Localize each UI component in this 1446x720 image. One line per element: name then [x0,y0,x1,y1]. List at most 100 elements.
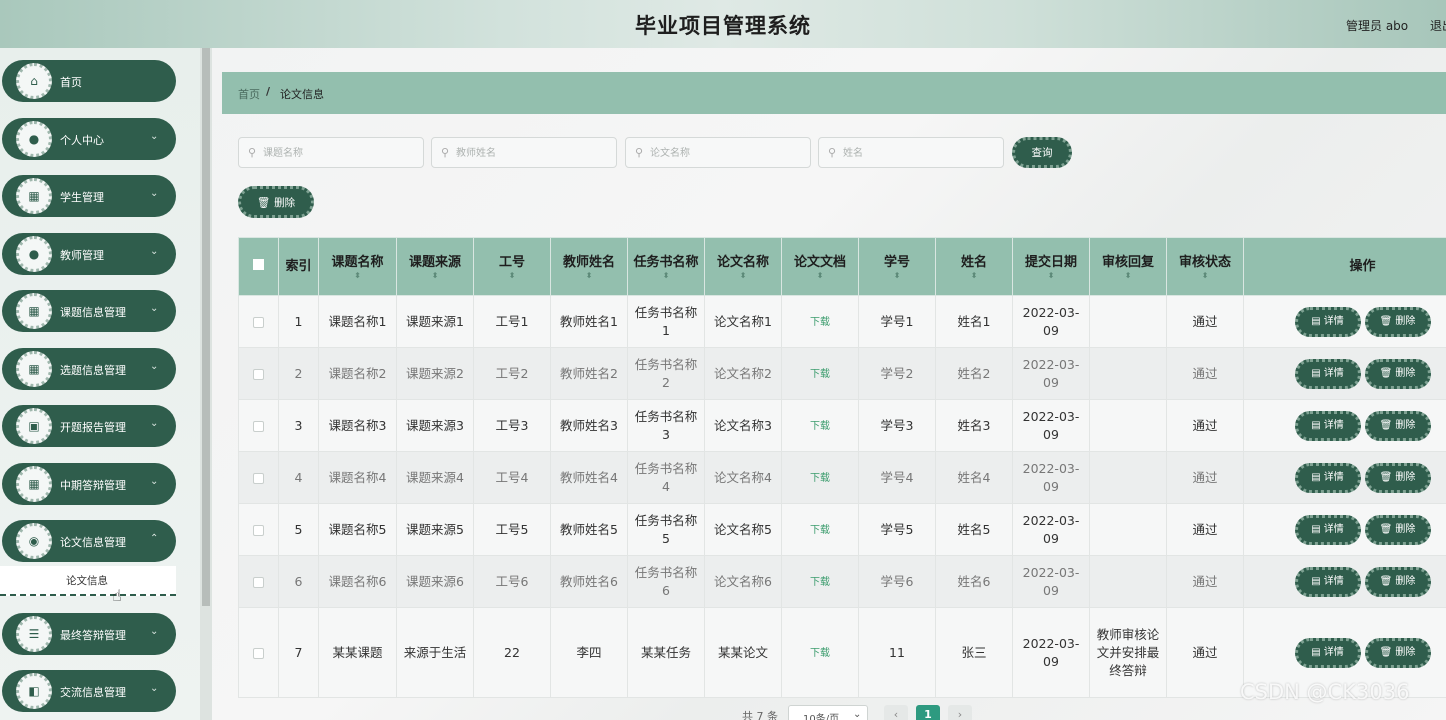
select-all-checkbox[interactable] [253,259,264,270]
row-checkbox[interactable] [253,524,264,536]
sort-icon[interactable]: ⬍ [1016,271,1086,280]
bulk-delete-button[interactable]: 🗑 删除 [238,186,314,218]
download-link[interactable]: 下载 [810,525,830,536]
sort-icon[interactable]: ⬍ [322,271,393,280]
sort-icon[interactable]: ⬍ [785,271,855,280]
pager-prev-button[interactable]: ‹ [884,705,908,720]
cell-name: 姓名5 [935,503,1013,556]
row-detail-button[interactable]: ▤ 详情 [1294,462,1361,493]
sidebar-item-7[interactable]: ▦ 中期答辩管理 ⌄ [2,463,176,505]
sidebar-item-2[interactable]: ▦ 学生管理 ⌄ [2,175,176,217]
row-detail-button[interactable]: ▤ 详情 [1294,410,1361,441]
sort-icon[interactable]: ⬍ [400,271,470,280]
download-link[interactable]: 下载 [810,369,830,380]
query-button[interactable]: 查询 [1012,137,1072,168]
topic-name-search-input[interactable] [263,144,413,162]
row-detail-button[interactable]: ▤ 详情 [1294,566,1361,597]
column-header[interactable]: 提交日期 ⬍ [1012,237,1090,296]
pager-current-page[interactable]: 1 [916,705,940,720]
sort-icon[interactable]: ⬍ [1170,271,1240,280]
cell-text: 2022-03-09 [1022,408,1080,442]
cell-index: 7 [278,607,319,698]
cell-source: 课题来源2 [396,347,474,400]
download-link[interactable]: 下载 [810,317,830,328]
row-checkbox[interactable] [253,420,264,432]
row-delete-label: 删除 [1395,419,1416,431]
sidebar-item-8[interactable]: ◉ 论文信息管理 ⌃ [2,520,176,562]
row-checkbox[interactable] [253,368,264,380]
sort-icon[interactable]: ⬍ [631,271,701,280]
sidebar-item-10[interactable]: ◧ 交流信息管理 ⌄ [2,670,176,712]
sidebar-scrollbar-thumb[interactable] [202,48,210,606]
sidebar-item-9[interactable]: ☰ 最终答辩管理 ⌄ [2,613,176,655]
sort-icon[interactable]: ⬍ [708,271,778,280]
sort-icon[interactable]: ⬍ [1093,271,1163,280]
row-detail-label: 详情 [1323,367,1344,379]
row-detail-button[interactable]: ▤ 详情 [1294,358,1361,389]
row-checkbox[interactable] [253,316,264,328]
column-header[interactable]: 课题名称 ⬍ [318,237,397,296]
cell-topic: 课题名称1 [318,295,397,348]
column-header[interactable]: 论文名称 ⬍ [704,237,782,296]
submenu-item-paper-info[interactable]: 论文信息 [0,566,176,596]
cell-status: 通过 [1166,451,1244,504]
page-size-select[interactable]: 10条/页 ⌄ [788,705,868,720]
sort-icon[interactable]: ⬍ [862,271,932,280]
cell-text: 7 [294,644,303,660]
chevron-icon: ⌃ [150,533,159,544]
breadcrumb-home-link[interactable]: 首页 [238,86,260,102]
row-delete-button[interactable]: 🗑 删除 [1364,306,1431,337]
row-detail-button[interactable]: ▤ 详情 [1294,637,1361,668]
column-header[interactable]: 审核状态 ⬍ [1166,237,1244,296]
row-delete-button[interactable]: 🗑 删除 [1364,462,1431,493]
sidebar-item-0[interactable]: ⌂ 首页 [2,60,176,102]
column-header[interactable]: 学号 ⬍ [858,237,936,296]
row-delete-button[interactable]: 🗑 删除 [1364,514,1431,545]
column-header[interactable]: 审核回复 ⬍ [1089,237,1167,296]
sort-icon[interactable]: ⬍ [477,271,547,280]
grid-icon: ▦ [16,351,52,387]
sidebar-item-6[interactable]: ▣ 开题报告管理 ⌄ [2,405,176,447]
cell-date: 2022-03-09 [1012,295,1090,348]
sidebar-scrollbar[interactable] [200,48,212,720]
download-link[interactable]: 下载 [810,421,830,432]
column-header[interactable]: 课题来源 ⬍ [396,237,474,296]
cell-text: 姓名3 [957,417,991,433]
pager-next-button[interactable]: › [948,705,972,720]
student-name-search-input[interactable] [843,144,993,162]
row-delete-button[interactable]: 🗑 删除 [1364,566,1431,597]
table-row: 4 课题名称4 课题来源4 工号4 教师姓名4 任务书名称4 论文名称4 下载 学号4 姓名4 20… [238,451,1446,504]
column-header[interactable]: 操作 [1243,237,1446,296]
row-delete-button[interactable]: 🗑 删除 [1364,410,1431,441]
column-header[interactable]: 任务书名称 ⬍ [627,237,705,296]
sidebar-item-5[interactable]: ▦ 选题信息管理 ⌄ [2,348,176,390]
sidebar-item-1[interactable]: ● 个人中心 ⌄ [2,118,176,160]
sort-icon[interactable]: ⬍ [554,271,624,280]
row-checkbox[interactable] [253,647,264,659]
row-checkbox[interactable] [253,576,264,588]
teacher-name-search-input[interactable] [456,144,606,162]
row-detail-button[interactable]: ▤ 详情 [1294,306,1361,337]
row-delete-button[interactable]: 🗑 删除 [1364,358,1431,389]
sort-icon[interactable]: ⬍ [939,271,1009,280]
column-header[interactable]: 论文文档 ⬍ [781,237,859,296]
download-link[interactable]: 下载 [810,648,830,659]
logout-link[interactable]: 退出 [1430,17,1446,34]
sidebar-item-4[interactable]: ▦ 课题信息管理 ⌄ [2,290,176,332]
row-checkbox[interactable] [253,472,264,484]
cell-text: 课题名称5 [328,521,387,537]
column-header[interactable]: 索引 [278,237,319,296]
column-header[interactable]: 工号 ⬍ [473,237,551,296]
row-delete-button[interactable]: 🗑 删除 [1364,637,1431,668]
column-header[interactable]: 姓名 ⬍ [935,237,1013,296]
paper-name-search-input[interactable] [650,144,800,162]
row-detail-label: 详情 [1323,646,1344,658]
row-detail-button[interactable]: ▤ 详情 [1294,514,1361,545]
sidebar-item-3[interactable]: ● 教师管理 ⌄ [2,233,176,275]
select-all-header[interactable] [238,237,279,296]
download-link[interactable]: 下载 [810,473,830,484]
download-link[interactable]: 下载 [810,577,830,588]
row-select-cell [238,347,279,400]
cell-text: 课题名称2 [328,365,387,381]
column-header[interactable]: 教师姓名 ⬍ [550,237,628,296]
